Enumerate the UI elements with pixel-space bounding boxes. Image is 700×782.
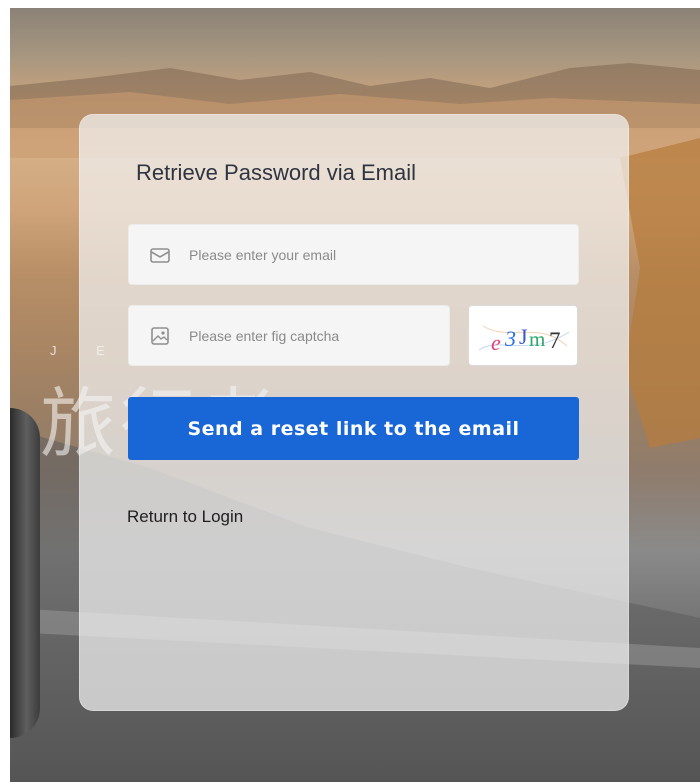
captcha-char: 7 (549, 328, 561, 353)
email-field[interactable] (128, 224, 579, 285)
email-input[interactable] (189, 225, 569, 284)
captcha-graphic: e 3 J m 7 (478, 324, 570, 355)
send-reset-link-button[interactable]: Send a reset link to the email (128, 397, 579, 460)
image-icon (151, 327, 169, 345)
mail-icon (150, 248, 170, 263)
captcha-char: J (519, 324, 528, 349)
captcha-image[interactable]: e 3 J m 7 (468, 305, 578, 366)
captcha-char: 3 (504, 326, 516, 351)
panel-title: Retrieve Password via Email (136, 160, 416, 185)
retrieve-password-panel: Retrieve Password via Email e 3 J (79, 114, 629, 711)
page: J E 旅行者 Retrieve Password via Email e (0, 0, 700, 782)
return-to-login-link[interactable]: Return to Login (127, 507, 243, 527)
captcha-field[interactable] (128, 305, 450, 366)
captcha-char: m (529, 327, 545, 351)
car-silhouette (10, 408, 40, 738)
captcha-input[interactable] (189, 306, 439, 365)
captcha-char: e (491, 330, 501, 355)
